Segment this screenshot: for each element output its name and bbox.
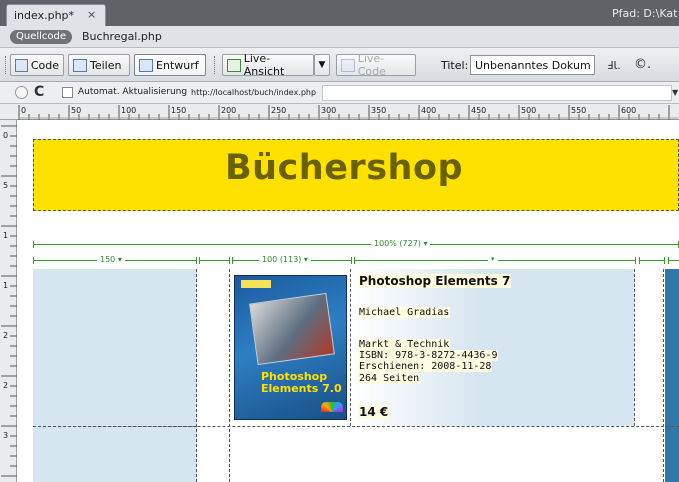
back-icon[interactable]	[15, 86, 28, 99]
split-view-label: Teilen	[90, 58, 122, 72]
vertical-ruler[interactable]: 0 5 1 1 2 2 3	[0, 120, 17, 482]
horizontal-ruler-ticks: 0 50 100 150 200 250 300 350 400 450 500 550 600	[18, 105, 678, 120]
ruler-label: 2	[3, 381, 8, 390]
document-tab[interactable]: index.php* ×	[6, 4, 106, 26]
page-header[interactable]: Büchershop	[33, 139, 679, 211]
left-sidebar-cell[interactable]	[33, 269, 197, 482]
ruler-label: 0	[3, 131, 8, 140]
ruler-label: 150	[171, 106, 186, 115]
ruler-label: 2	[3, 331, 8, 340]
book-cover-image[interactable]: Photoshop Elements 7.0	[234, 275, 347, 420]
related-file-link[interactable]: Buchregal.php	[82, 30, 162, 43]
related-files-bar: Quellcode Buchregal.php	[0, 26, 679, 48]
code-view-label: Code	[30, 58, 59, 72]
column-2-width-label: 100 (113) ▾	[259, 255, 311, 264]
address-field[interactable]: http://localhost/buch/index.php	[191, 88, 316, 97]
design-icon	[139, 58, 153, 72]
book-cover-cell[interactable]: Photoshop Elements 7.0	[230, 269, 351, 426]
book-pages: 264 Seiten	[358, 373, 421, 384]
tab-label: index.php*	[14, 9, 75, 22]
code-view-button[interactable]: Code	[10, 54, 64, 76]
preview-browser-icon[interactable]: ©.	[634, 57, 651, 72]
ruler-label: 550	[571, 106, 586, 115]
table-width-guide[interactable]: 100% (727) ▾ 150 ▾ 100 (113) ▾ ▾	[33, 239, 679, 271]
auto-refresh-label: Automat. Aktualisierung	[78, 87, 188, 97]
ruler-label: 3	[3, 431, 8, 440]
live-view-dropdown[interactable]: ▼	[314, 54, 330, 76]
toolbar-grip[interactable]	[5, 56, 8, 74]
ruler-label: 500	[521, 106, 536, 115]
vertical-ruler-ticks: 0 5 1 1 2 2 3	[1, 125, 17, 477]
cover-badge	[241, 280, 271, 288]
ruler-label: 1	[3, 281, 8, 290]
book-isbn: ISBN: 978-3-8272-4436-9	[358, 350, 499, 361]
split-view-button[interactable]: Teilen	[68, 54, 130, 76]
book-publisher: Markt & Technik	[358, 339, 451, 350]
book-author: Michael Gradias	[358, 307, 451, 318]
address-field-box[interactable]	[322, 85, 672, 101]
ruler-label: 5	[3, 181, 8, 190]
book-info-cell[interactable]: Photoshop Elements 7 Michael Gradias Mar…	[352, 269, 635, 426]
ruler-label: 450	[471, 106, 486, 115]
spacer-cell[interactable]	[636, 269, 664, 482]
ruler-label: 350	[371, 106, 386, 115]
path-label: Pfad: D:\Kat	[612, 7, 678, 20]
cover-photo	[249, 292, 335, 366]
book-title: Photoshop Elements 7	[358, 274, 512, 288]
design-canvas[interactable]: Büchershop 100% (727) ▾ 150 ▾ 100 (113) …	[18, 121, 679, 482]
horizontal-ruler[interactable]: 0 50 100 150 200 250 300 350 400 450 500 550 600	[0, 104, 679, 120]
document-title-input[interactable]	[470, 55, 595, 75]
right-accent-cell[interactable]	[665, 269, 679, 482]
publisher-logo-icon	[321, 402, 343, 412]
row-divider	[33, 426, 679, 427]
auto-refresh-checkbox[interactable]	[62, 87, 73, 98]
live-view-label: Live-Ansicht	[243, 52, 285, 78]
toolbar-grip[interactable]	[214, 56, 217, 74]
ruler-label: 50	[71, 106, 81, 115]
ruler-label: 100	[121, 106, 136, 115]
close-icon[interactable]: ×	[87, 8, 96, 21]
spacer-cell[interactable]	[198, 269, 230, 482]
site-title: Büchershop	[224, 148, 464, 188]
live-view-button[interactable]: Live-Ansicht	[222, 52, 314, 78]
ruler-label: 400	[421, 106, 436, 115]
table-width-label: 100% (727) ▾	[371, 239, 431, 248]
live-code-button[interactable]: Live-Code	[336, 52, 416, 78]
live-code-icon	[341, 58, 355, 72]
design-view-button[interactable]: Entwurf	[134, 54, 206, 76]
ruler-label: 0	[21, 106, 26, 115]
ruler-label: 600	[621, 106, 636, 115]
code-icon	[15, 58, 28, 72]
browser-navigation-bar: C Automat. Aktualisierung http://localho…	[0, 82, 679, 104]
document-toolbar: Code Teilen Entwurf Live-Ansicht ▼ Live-…	[0, 48, 679, 82]
chevron-down-icon[interactable]: ▼	[672, 88, 678, 97]
chevron-down-icon: ▾	[488, 255, 498, 263]
ruler-label: 200	[221, 106, 236, 115]
cover-title-line-2: Elements 7.0	[261, 382, 342, 395]
refresh-icon[interactable]: C	[34, 84, 44, 100]
live-view-icon	[227, 58, 241, 72]
file-management-icon[interactable]: ℲƖ.	[607, 59, 621, 72]
title-label: Titel:	[441, 59, 469, 72]
book-price: 14 €	[358, 405, 390, 419]
split-icon	[73, 58, 87, 72]
document-tab-bar: index.php* × Pfad: D:\Kat	[0, 0, 679, 26]
source-code-button[interactable]: Quellcode	[10, 30, 73, 44]
ruler-label: 300	[321, 106, 336, 115]
chevron-down-icon: ▼	[318, 60, 326, 70]
book-published-date: Erschienen: 2008-11-28	[358, 361, 493, 372]
column-1-width-label: 150 ▾	[97, 255, 125, 264]
design-view-label: Entwurf	[156, 58, 199, 72]
ruler-label: 250	[271, 106, 286, 115]
ruler-label: 1	[3, 231, 8, 240]
live-code-label: Live-Code	[357, 52, 386, 78]
